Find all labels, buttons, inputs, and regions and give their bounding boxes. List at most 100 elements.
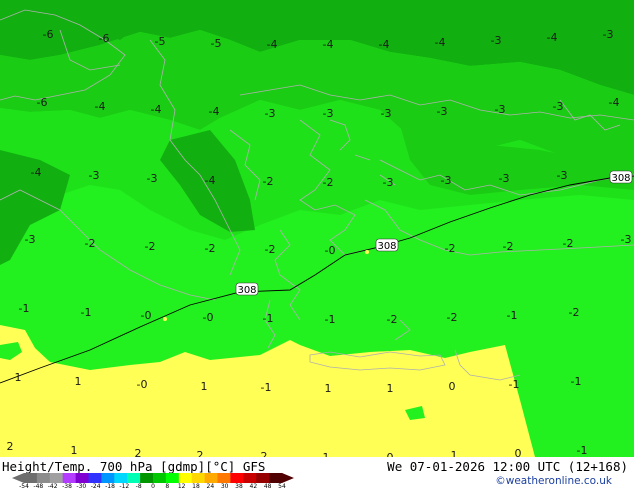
temp-value: -2: [447, 311, 458, 324]
colorbar-swatch: [153, 473, 167, 483]
colorbar-tick-label: 0: [151, 483, 155, 490]
temp-value: -3: [495, 103, 506, 116]
colorbar-swatch: [178, 473, 192, 483]
temp-value: -4: [379, 38, 390, 51]
temp-value: -3: [441, 174, 452, 187]
temp-value: -6: [43, 28, 54, 41]
temp-value: 1: [15, 371, 22, 384]
colorbar-tick-label: -48: [33, 483, 44, 490]
temp-value: -2: [265, 243, 276, 256]
colorbar-swatch: [140, 473, 154, 483]
temp-value: -5: [155, 35, 166, 48]
temp-value: -2: [145, 240, 156, 253]
colorbar-tick-label: 24: [206, 483, 215, 490]
temp-value: -3: [603, 28, 614, 41]
temp-value: -1: [507, 309, 518, 322]
temp-value: -3: [621, 233, 632, 246]
temp-value: -0: [203, 311, 214, 324]
temp-value: -2: [503, 240, 514, 253]
copyright-link[interactable]: ©weatheronline.co.uk: [495, 475, 612, 487]
temp-value: -2: [323, 176, 334, 189]
colorbar-swatch: [204, 473, 218, 483]
temp-value: -4: [609, 96, 620, 109]
colorbar-swatch: [75, 473, 89, 483]
temp-value: -2: [205, 242, 216, 255]
temp-value: -2: [85, 237, 96, 250]
temp-value: -1: [571, 375, 582, 388]
colorbar-swatch: [243, 473, 257, 483]
colorbar-tick-label: 8: [165, 483, 170, 490]
svg-text:308: 308: [237, 285, 256, 296]
temp-value: -4: [209, 105, 220, 118]
colorbar-swatch: [114, 473, 128, 483]
colorbar-swatch: [36, 473, 51, 483]
temp-value: -1: [577, 444, 588, 457]
colorbar: [12, 473, 294, 483]
colorbar-swatch: [88, 473, 102, 483]
temp-value: -4: [323, 38, 334, 51]
colorbar-tick-label: -54: [19, 483, 29, 490]
temp-value: -2: [445, 242, 456, 255]
temp-value: 0: [449, 380, 456, 393]
colorbar-swatch: [165, 473, 180, 483]
temp-value: -1: [261, 381, 272, 394]
temp-value: -4: [547, 31, 558, 44]
temp-value: -0: [137, 378, 148, 391]
colorbar-swatch: [127, 473, 141, 483]
temp-value: -2: [569, 306, 580, 319]
colorbar-swatch: [24, 473, 38, 483]
temp-value: -4: [435, 36, 446, 49]
weather-map: 308 308 308 -6 -6 -5 -5 -4 -4 -4 -4 -3 -…: [0, 0, 634, 464]
temp-value: -1: [325, 313, 336, 326]
temp-value: -4: [151, 103, 162, 116]
contour-label-308-center: 308: [375, 238, 399, 252]
temp-value: -2: [387, 313, 398, 326]
colorbar-swatch: [49, 473, 63, 483]
temp-value: -4: [205, 174, 216, 187]
temp-value: 1: [75, 375, 82, 388]
temp-value: -4: [95, 100, 106, 113]
station-marker: [163, 317, 167, 321]
colorbar-swatch: [101, 473, 115, 483]
colorbar-swatch: [256, 473, 270, 483]
temp-value: -1: [263, 312, 274, 325]
temp-value: -0: [141, 309, 152, 322]
temp-value: -6: [37, 96, 48, 109]
temp-value: 1: [325, 382, 332, 395]
temp-value: -5: [211, 37, 222, 50]
colorbar-swatch: [269, 473, 283, 483]
temp-value: -3: [89, 169, 100, 182]
temp-value: -1: [19, 302, 30, 315]
temp-value: -3: [553, 100, 564, 113]
temp-value: 1: [387, 382, 394, 395]
colorbar-tick-label: -24: [90, 483, 101, 490]
contour-label-308-east: 308: [609, 170, 633, 184]
temp-value: 1: [71, 444, 78, 457]
temp-value: -3: [557, 169, 568, 182]
temp-value: 2: [7, 440, 14, 453]
colorbar-swatch: [217, 473, 231, 483]
colorbar-tick-label: -18: [105, 483, 115, 490]
colorbar-swatch: [230, 473, 244, 483]
colorbar-tick-label: 12: [177, 483, 186, 490]
temp-value: -6: [99, 32, 110, 45]
colorbar-tick-label: 42: [249, 483, 258, 490]
temp-value: -3: [323, 107, 334, 120]
temp-value: -3: [491, 34, 502, 47]
colorbar-tick-label: -42: [47, 483, 58, 490]
colorbar-arrow-left: [12, 473, 24, 483]
temp-value: -1: [509, 378, 520, 391]
colorbar-tick-label: 18: [192, 483, 200, 490]
contour-label-308-west: 308: [235, 282, 259, 296]
svg-text:308: 308: [611, 173, 630, 184]
temp-value: -3: [437, 105, 448, 118]
temp-value: -4: [31, 166, 42, 179]
colorbar-tick-label: -30: [76, 483, 87, 490]
colorbar-swatch: [191, 473, 205, 483]
map-title: Height/Temp. 700 hPa [gdmp][°C] GFS: [2, 459, 266, 474]
colorbar-arrow-right: [282, 473, 294, 483]
valid-datetime: We 07-01-2026 12:00 UTC (12+168): [387, 459, 628, 474]
station-marker: [365, 250, 369, 254]
colorbar-tick-label: -8: [135, 483, 142, 490]
temp-value: -2: [563, 237, 574, 250]
